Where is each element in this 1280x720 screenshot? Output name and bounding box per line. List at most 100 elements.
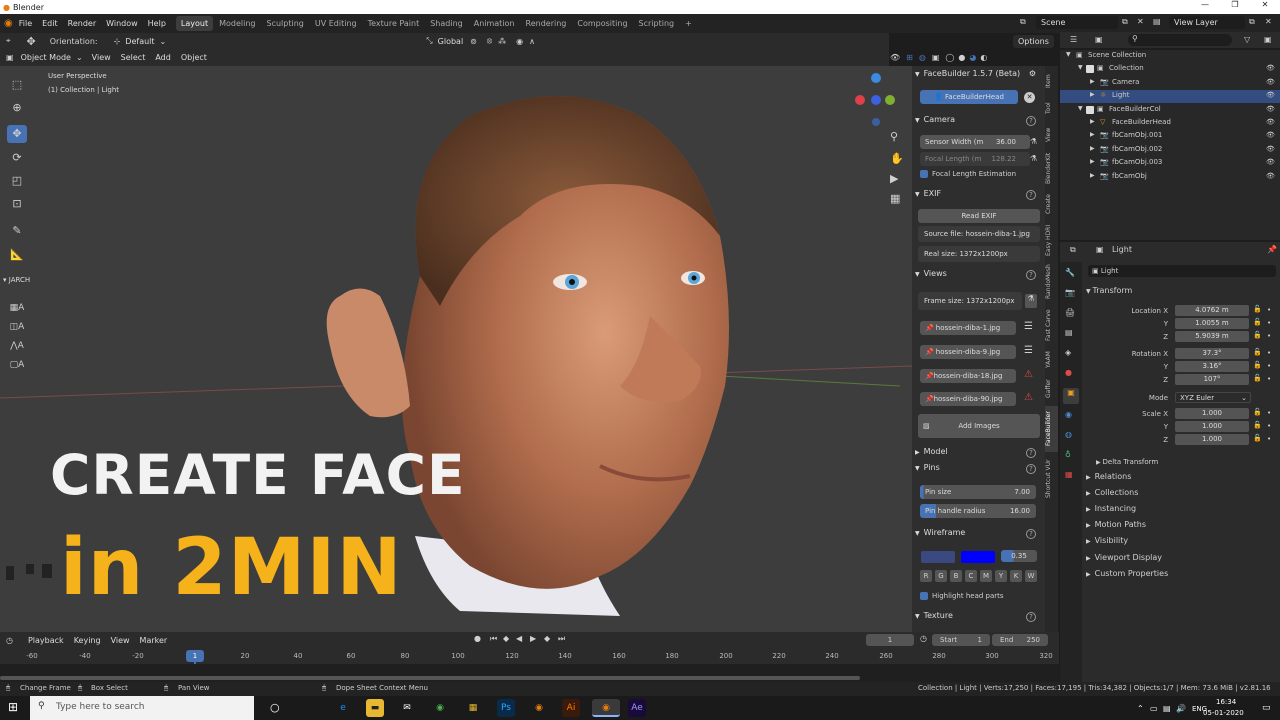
outliner-item-fbcamobj-003[interactable]: ▶ 📷 fbCamObj.003 👁 [1060, 157, 1280, 170]
wireframe-color-1[interactable] [921, 551, 955, 563]
jarch-tool-2-icon[interactable]: ◫A [7, 318, 27, 336]
scale-y-field[interactable]: 1.000 [1175, 421, 1249, 432]
cursor-tool-icon[interactable]: ⌖ [6, 36, 11, 46]
menu-select[interactable]: Select [115, 51, 151, 64]
delete-view-layer-icon[interactable]: ✕ [1265, 17, 1272, 26]
gizmo-toggle-icon[interactable]: ⊞ [906, 53, 913, 62]
proportional-edit-icon[interactable]: ◉ [516, 37, 523, 46]
snap-target-icon[interactable]: ⁂ [498, 37, 506, 46]
file-explorer-icon[interactable]: ▬ [366, 699, 384, 717]
end-frame-field[interactable]: End 250 [992, 634, 1048, 646]
help-icon[interactable]: ? [1026, 529, 1036, 539]
outliner-item-fbcamobj-002[interactable]: ▶ 📷 fbCamObj.002 👁 [1060, 144, 1280, 157]
wireframe-color-y-button[interactable]: Y [995, 570, 1007, 582]
windows-start-icon[interactable]: ⊞ [8, 700, 18, 714]
visibility-icon[interactable]: 👁 [890, 53, 900, 62]
pins-section-header[interactable]: ▼ Pins? [915, 463, 1042, 477]
help-icon[interactable]: ? [1026, 116, 1036, 126]
wireframe-color-w-button[interactable]: W [1025, 570, 1037, 582]
snap-icon[interactable]: ⦻ [487, 36, 492, 46]
mail-icon[interactable]: ✉ [398, 699, 416, 717]
keyframe-dot-icon[interactable]: • [1267, 375, 1271, 383]
properties-section-collections[interactable]: ▶ Collections [1086, 488, 1138, 497]
task-view-icon[interactable]: ○ [270, 701, 280, 714]
pin-radius-slider[interactable]: Pin handle radius 16.00 [920, 504, 1036, 518]
options-dropdown[interactable]: Options [1013, 35, 1054, 48]
playhead-marker[interactable]: 1 [186, 650, 204, 662]
measure-tool-icon[interactable]: 📐 [7, 246, 27, 264]
lock-icon[interactable]: 🔓 [1253, 421, 1262, 429]
filter-icon[interactable]: ▽ [1244, 35, 1250, 44]
side-tab-blenderkit[interactable]: BlenderKit [1045, 149, 1058, 187]
texture-section-header[interactable]: ▼ Texture? [915, 611, 1042, 625]
store-icon[interactable]: ▦ [464, 699, 482, 717]
outliner-item-scene-collection[interactable]: ▼ ▣ Scene Collection [1060, 50, 1280, 63]
editor-type-icon[interactable]: ▣ [6, 53, 14, 62]
lock-icon[interactable]: 🔓 [1253, 331, 1262, 339]
chevron-icon[interactable]: ▼ [1066, 51, 1071, 58]
properties-editor-icon[interactable]: ⧉ [1070, 245, 1076, 255]
sensor-width-field[interactable]: Sensor Width (m 36.00 [920, 135, 1030, 149]
help-icon[interactable]: ? [1026, 448, 1036, 458]
model-section-header[interactable]: ▶ Model? [915, 447, 1042, 461]
move-gizmo-icon[interactable]: ✥ [27, 35, 36, 48]
blender-menu-icon[interactable]: ◉ [4, 18, 13, 29]
wireframe-color-b-button[interactable]: B [950, 570, 962, 582]
rotation-y-field[interactable]: 3.16° [1175, 361, 1249, 372]
taskbar-search-input[interactable]: ⚲ Type here to search [30, 696, 254, 720]
keyframe-dot-icon[interactable]: • [1267, 362, 1271, 370]
clock-time[interactable]: 16:34 [1216, 698, 1236, 706]
add-images-button[interactable]: ▨ Add Images [918, 414, 1040, 438]
wireframe-section-header[interactable]: ▼ Wireframe? [915, 528, 1042, 542]
menu-icon[interactable]: ☰ [1024, 321, 1033, 332]
blender-app-icon[interactable]: ◉ [530, 699, 548, 717]
scale-z-field[interactable]: 1.000 [1175, 434, 1249, 445]
side-tab-item[interactable]: Item [1045, 70, 1058, 92]
illustrator-icon[interactable]: Ai [562, 699, 580, 717]
rotation-z-field[interactable]: 107° [1175, 374, 1249, 385]
help-icon[interactable]: ? [1026, 464, 1036, 474]
visibility-eye-icon[interactable]: 👁 [1266, 118, 1275, 126]
notification-icon[interactable]: ▭ [1262, 703, 1271, 713]
new-scene-icon[interactable]: ⧉ [1122, 17, 1128, 27]
data-tab-icon[interactable]: ♁ [1065, 450, 1071, 459]
annotate-tool-icon[interactable]: ✎ [7, 222, 27, 240]
lock-icon[interactable]: 🔓 [1253, 434, 1262, 442]
lock-icon[interactable]: 🔓 [1253, 374, 1262, 382]
current-frame-field[interactable]: 1 [866, 634, 914, 646]
view-image-button-2[interactable]: 📌 hossein-diba-9.jpg [920, 345, 1016, 359]
tab-animation[interactable]: Animation [469, 16, 520, 31]
facebuilder-header[interactable]: ▼ FaceBuilder 1.5.7 (Beta) ⚙ [915, 69, 1042, 83]
orientation-dropdown[interactable]: Default [120, 34, 160, 48]
render-tab-icon[interactable]: 📷 [1065, 288, 1075, 297]
chevron-icon[interactable]: ▶ [1090, 131, 1095, 138]
menu-help[interactable]: Help [148, 19, 166, 28]
highlight-head-parts-checkbox[interactable]: Highlight head parts [920, 592, 1004, 600]
lock-icon[interactable]: 🔓 [1253, 305, 1262, 313]
timeline-view-menu[interactable]: View [105, 633, 135, 647]
help-icon[interactable]: ? [1026, 190, 1036, 200]
visibility-eye-icon[interactable]: 👁 [1266, 158, 1275, 166]
jarch-tool-4-icon[interactable]: ▢A [7, 356, 27, 374]
remove-head-icon[interactable]: ✕ [1024, 92, 1035, 103]
start-frame-field[interactable]: Start 1 [932, 634, 990, 646]
menu-edit[interactable]: Edit [42, 19, 58, 28]
next-keyframe-icon[interactable]: ◆ [544, 634, 550, 643]
transform-tool-icon[interactable]: ⊡ [7, 195, 27, 213]
outliner-item-fbcamobj[interactable]: ▶ 📷 fbCamObj 👁 [1060, 171, 1280, 184]
keyframe-dot-icon[interactable]: • [1267, 409, 1271, 417]
menu-file[interactable]: File [19, 19, 32, 28]
pivot-icon[interactable]: ⊚ [470, 37, 477, 46]
rotation-mode-dropdown[interactable]: XYZ Euler ⌄ [1175, 392, 1251, 403]
chevron-icon[interactable]: ▼ [1078, 64, 1083, 71]
minimize-button[interactable]: — [1190, 0, 1220, 14]
move-tool-icon[interactable]: ✥ [7, 125, 27, 143]
view-image-button-1[interactable]: 📌 hossein-diba-1.jpg [920, 321, 1016, 335]
tool-tab-icon[interactable]: 🔧 [1065, 268, 1075, 277]
transform-orientation-dropdown[interactable]: Global [432, 34, 469, 48]
outliner-item-collection[interactable]: ▼ ▣ Collection 👁 [1060, 63, 1280, 76]
focal-length-field[interactable]: Focal Length (m 128.22 [920, 152, 1030, 166]
play-reverse-icon[interactable]: ◀ [516, 634, 522, 643]
warning-icon-2[interactable]: ⚠ [1024, 392, 1033, 403]
lock-icon[interactable]: 🔓 [1253, 348, 1262, 356]
